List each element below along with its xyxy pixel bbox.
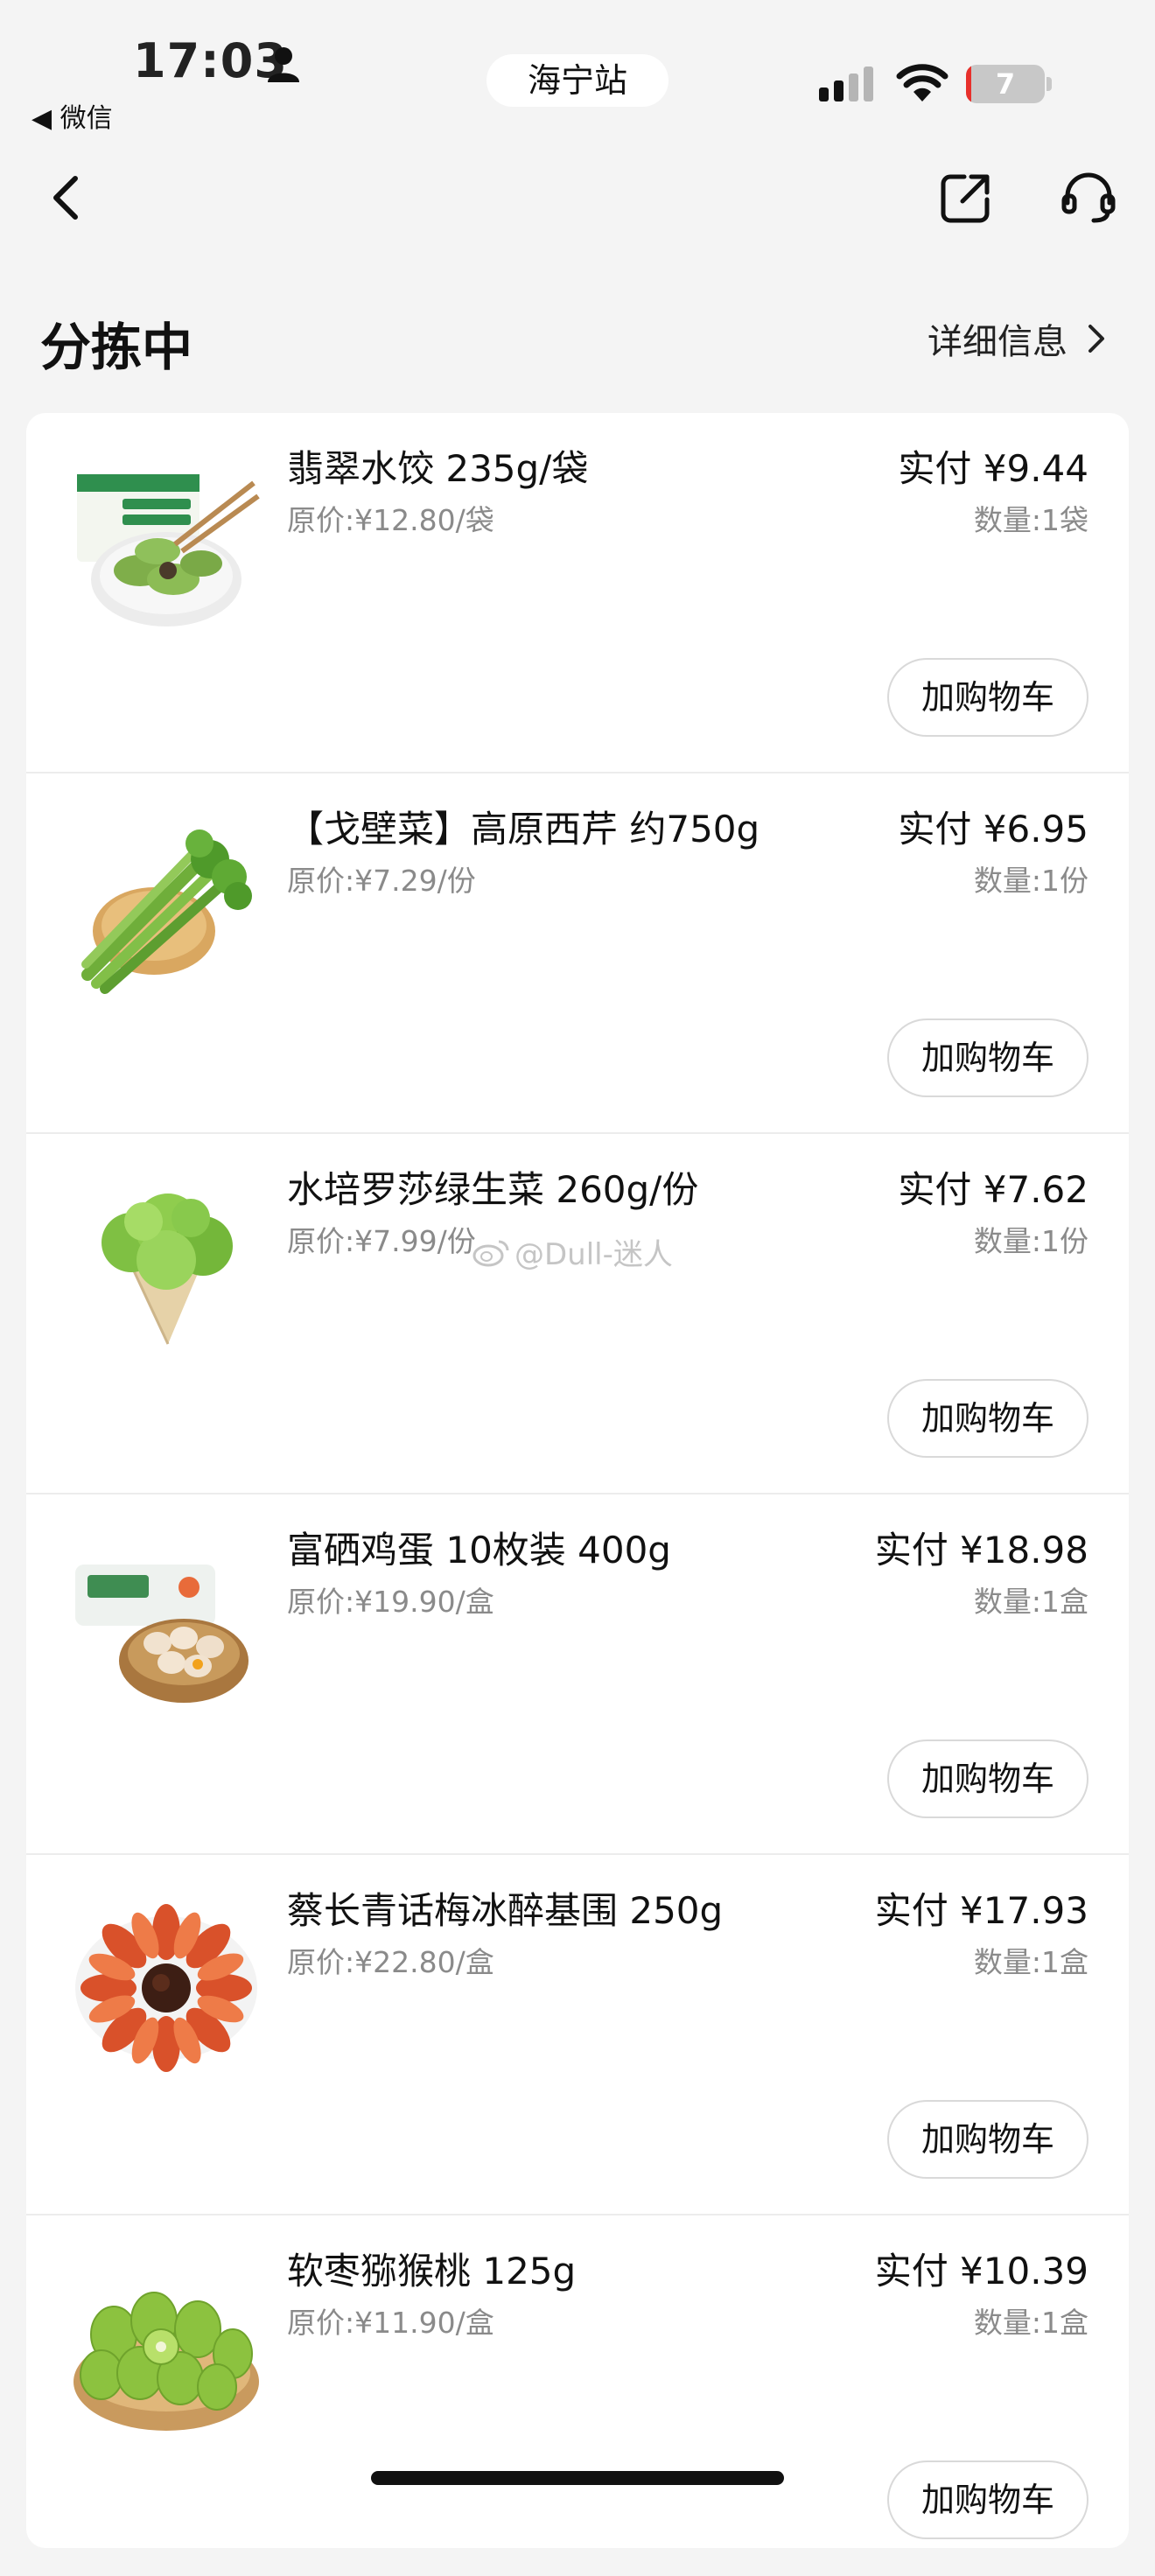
add-to-cart-button[interactable]: 加购物车 xyxy=(887,1379,1088,1458)
add-to-cart-button[interactable]: 加购物车 xyxy=(887,2100,1088,2179)
list-item: 【戈壁菜】高原西芹 约750g 原价:¥7.29/份 实付 ¥6.95 数量:1… xyxy=(26,774,1129,1134)
weibo-icon xyxy=(472,1240,509,1266)
list-item: 翡翠水饺 235g/袋 原价:¥12.80/袋 实付 ¥9.44 数量:1袋 加… xyxy=(26,413,1129,774)
add-to-cart-button[interactable]: 加购物车 xyxy=(887,658,1088,737)
item-original-price: 原价:¥19.90/盒 xyxy=(287,1585,494,1619)
item-quantity: 数量:1盒 xyxy=(973,2306,1088,2340)
detail-info-link[interactable]: 详细信息 xyxy=(928,313,1110,364)
watermark: @Dull-迷人 xyxy=(472,1230,673,1273)
list-item: 蔡长青话梅冰醉基围 250g 原价:¥22.80/盒 实付 ¥17.93 数量:… xyxy=(26,1855,1129,2216)
wifi-icon xyxy=(896,64,948,102)
chevron-right-icon xyxy=(1088,325,1104,353)
watermark-text: @Dull-迷人 xyxy=(514,1237,673,1272)
item-name: 软枣猕猴桃 125g xyxy=(287,2250,577,2292)
item-quantity: 数量:1盒 xyxy=(973,1945,1088,1979)
item-quantity: 数量:1盒 xyxy=(973,1585,1088,1619)
battery-cap xyxy=(1046,77,1052,91)
item-original-price: 原价:¥7.99/份 xyxy=(287,1224,476,1258)
item-original-price: 原价:¥22.80/盒 xyxy=(287,1945,494,1979)
battery-indicator: 7 xyxy=(966,65,1045,103)
item-original-price: 原价:¥11.90/盒 xyxy=(287,2306,494,2340)
status-bar: 17:03 ◀ 微信 海宁站 7 xyxy=(0,0,1155,134)
item-name: 水培罗莎绿生菜 260g/份 xyxy=(287,1168,699,1211)
item-name: 富硒鸡蛋 10枚装 400g xyxy=(287,1529,671,1572)
back-to-wechat-link[interactable]: ◀ 微信 xyxy=(32,96,113,135)
battery-percent: 7 xyxy=(995,67,1016,101)
item-name: 翡翠水饺 235g/袋 xyxy=(287,447,589,490)
item-paid-price: 实付 ¥18.98 xyxy=(874,1529,1088,1572)
celery-image xyxy=(81,830,252,994)
item-paid-price: 实付 ¥10.39 xyxy=(874,2250,1088,2292)
item-quantity: 数量:1份 xyxy=(973,864,1088,898)
list-item: 水培罗莎绿生菜 260g/份 原价:¥7.99/份 实付 ¥7.62 数量:1份… xyxy=(26,1134,1129,1494)
lettuce-image xyxy=(102,1194,233,1345)
person-icon xyxy=(268,47,299,82)
item-paid-price: 实付 ¥17.93 xyxy=(874,1889,1088,1932)
item-original-price: 原价:¥12.80/袋 xyxy=(287,503,494,537)
detail-info-label: 详细信息 xyxy=(928,322,1068,362)
item-quantity: 数量:1袋 xyxy=(973,503,1088,537)
customer-service-headset-icon[interactable] xyxy=(1060,170,1116,226)
kiwi-berry-image xyxy=(74,2292,259,2431)
item-quantity: 数量:1份 xyxy=(973,1224,1088,1258)
add-to-cart-button[interactable]: 加购物车 xyxy=(887,2460,1088,2539)
item-paid-price: 实付 ¥7.62 xyxy=(898,1168,1088,1211)
item-paid-price: 实付 ¥9.44 xyxy=(898,447,1088,490)
cellular-signal-icon xyxy=(819,66,873,102)
status-time: 17:03 xyxy=(133,33,288,88)
item-paid-price: 实付 ¥6.95 xyxy=(898,808,1088,850)
add-to-cart-button[interactable]: 加购物车 xyxy=(887,1018,1088,1097)
item-name: 蔡长青话梅冰醉基围 250g xyxy=(287,1889,724,1932)
home-indicator[interactable] xyxy=(371,2471,784,2485)
list-item: 富硒鸡蛋 10枚装 400g 原价:¥19.90/盒 实付 ¥18.98 数量:… xyxy=(26,1494,1129,1855)
add-to-cart-button[interactable]: 加购物车 xyxy=(887,1740,1088,1818)
share-icon[interactable] xyxy=(938,170,994,226)
shrimp-image xyxy=(75,1904,257,2072)
station-pill: 海宁站 xyxy=(486,54,668,107)
eggs-image xyxy=(75,1564,248,1703)
item-name: 【戈壁菜】高原西芹 约750g xyxy=(287,808,760,850)
back-arrow-icon[interactable] xyxy=(44,172,91,224)
item-original-price: 原价:¥7.29/份 xyxy=(287,864,476,898)
order-item-list: 翡翠水饺 235g/袋 原价:¥12.80/袋 实付 ¥9.44 数量:1袋 加… xyxy=(26,413,1129,2548)
list-item: 软枣猕猴桃 125g 原价:¥11.90/盒 实付 ¥10.39 数量:1盒 加… xyxy=(26,2216,1129,2576)
dumplings-image xyxy=(77,474,260,626)
page-title: 分拣中 xyxy=(40,318,193,377)
